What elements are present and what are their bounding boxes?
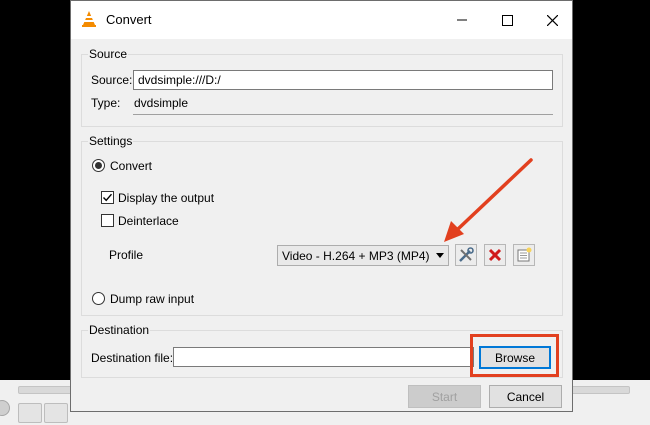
destination-group-title: Destination <box>88 323 151 337</box>
minimize-button[interactable] <box>439 1 485 39</box>
window-title: Convert <box>106 12 152 27</box>
settings-group <box>81 141 563 316</box>
tools-icon <box>459 247 474 262</box>
browse-highlight-box <box>470 334 559 377</box>
source-group-title: Source <box>88 47 129 61</box>
display-output-label[interactable]: Display the output <box>118 191 214 205</box>
close-button[interactable] <box>529 1 575 39</box>
type-label: Type: <box>91 96 121 110</box>
source-separator <box>133 114 553 115</box>
source-label: Source: <box>91 73 133 87</box>
deinterlace-checkbox[interactable] <box>101 214 114 227</box>
deinterlace-label[interactable]: Deinterlace <box>118 214 179 228</box>
profile-dropdown-value: Video - H.264 + MP3 (MP4) <box>282 249 430 263</box>
convert-radio-label[interactable]: Convert <box>110 159 152 173</box>
convert-radio[interactable] <box>92 159 105 172</box>
minimize-icon <box>457 19 467 21</box>
edit-profile-button[interactable] <box>455 244 477 266</box>
dump-raw-radio[interactable] <box>92 292 105 305</box>
source-input[interactable]: dvdsimple:///D:/ <box>133 70 553 90</box>
background-control-icon <box>44 403 68 423</box>
background-control-icon <box>18 403 42 423</box>
destination-file-input[interactable] <box>173 347 474 367</box>
settings-group-title: Settings <box>88 134 134 148</box>
destination-file-label: Destination file: <box>91 351 174 365</box>
start-button[interactable]: Start <box>408 385 481 408</box>
maximize-button[interactable] <box>484 1 530 39</box>
chevron-down-icon <box>436 253 444 258</box>
checkmark-icon <box>102 193 113 202</box>
new-profile-button[interactable] <box>513 244 535 266</box>
profile-dropdown[interactable]: Video - H.264 + MP3 (MP4) <box>277 245 449 266</box>
source-group <box>81 54 563 127</box>
delete-icon <box>488 248 502 262</box>
close-icon <box>546 14 558 26</box>
dump-raw-label[interactable]: Dump raw input <box>110 292 194 306</box>
new-profile-icon <box>517 247 532 262</box>
maximize-icon <box>501 14 513 26</box>
vlc-cone-icon <box>82 11 96 27</box>
title-bar: Convert <box>71 1 572 39</box>
display-output-checkbox[interactable] <box>101 191 114 204</box>
delete-profile-button[interactable] <box>484 244 506 266</box>
profile-label: Profile <box>109 248 144 262</box>
type-value: dvdsimple <box>134 96 189 110</box>
cancel-button[interactable]: Cancel <box>489 385 562 408</box>
